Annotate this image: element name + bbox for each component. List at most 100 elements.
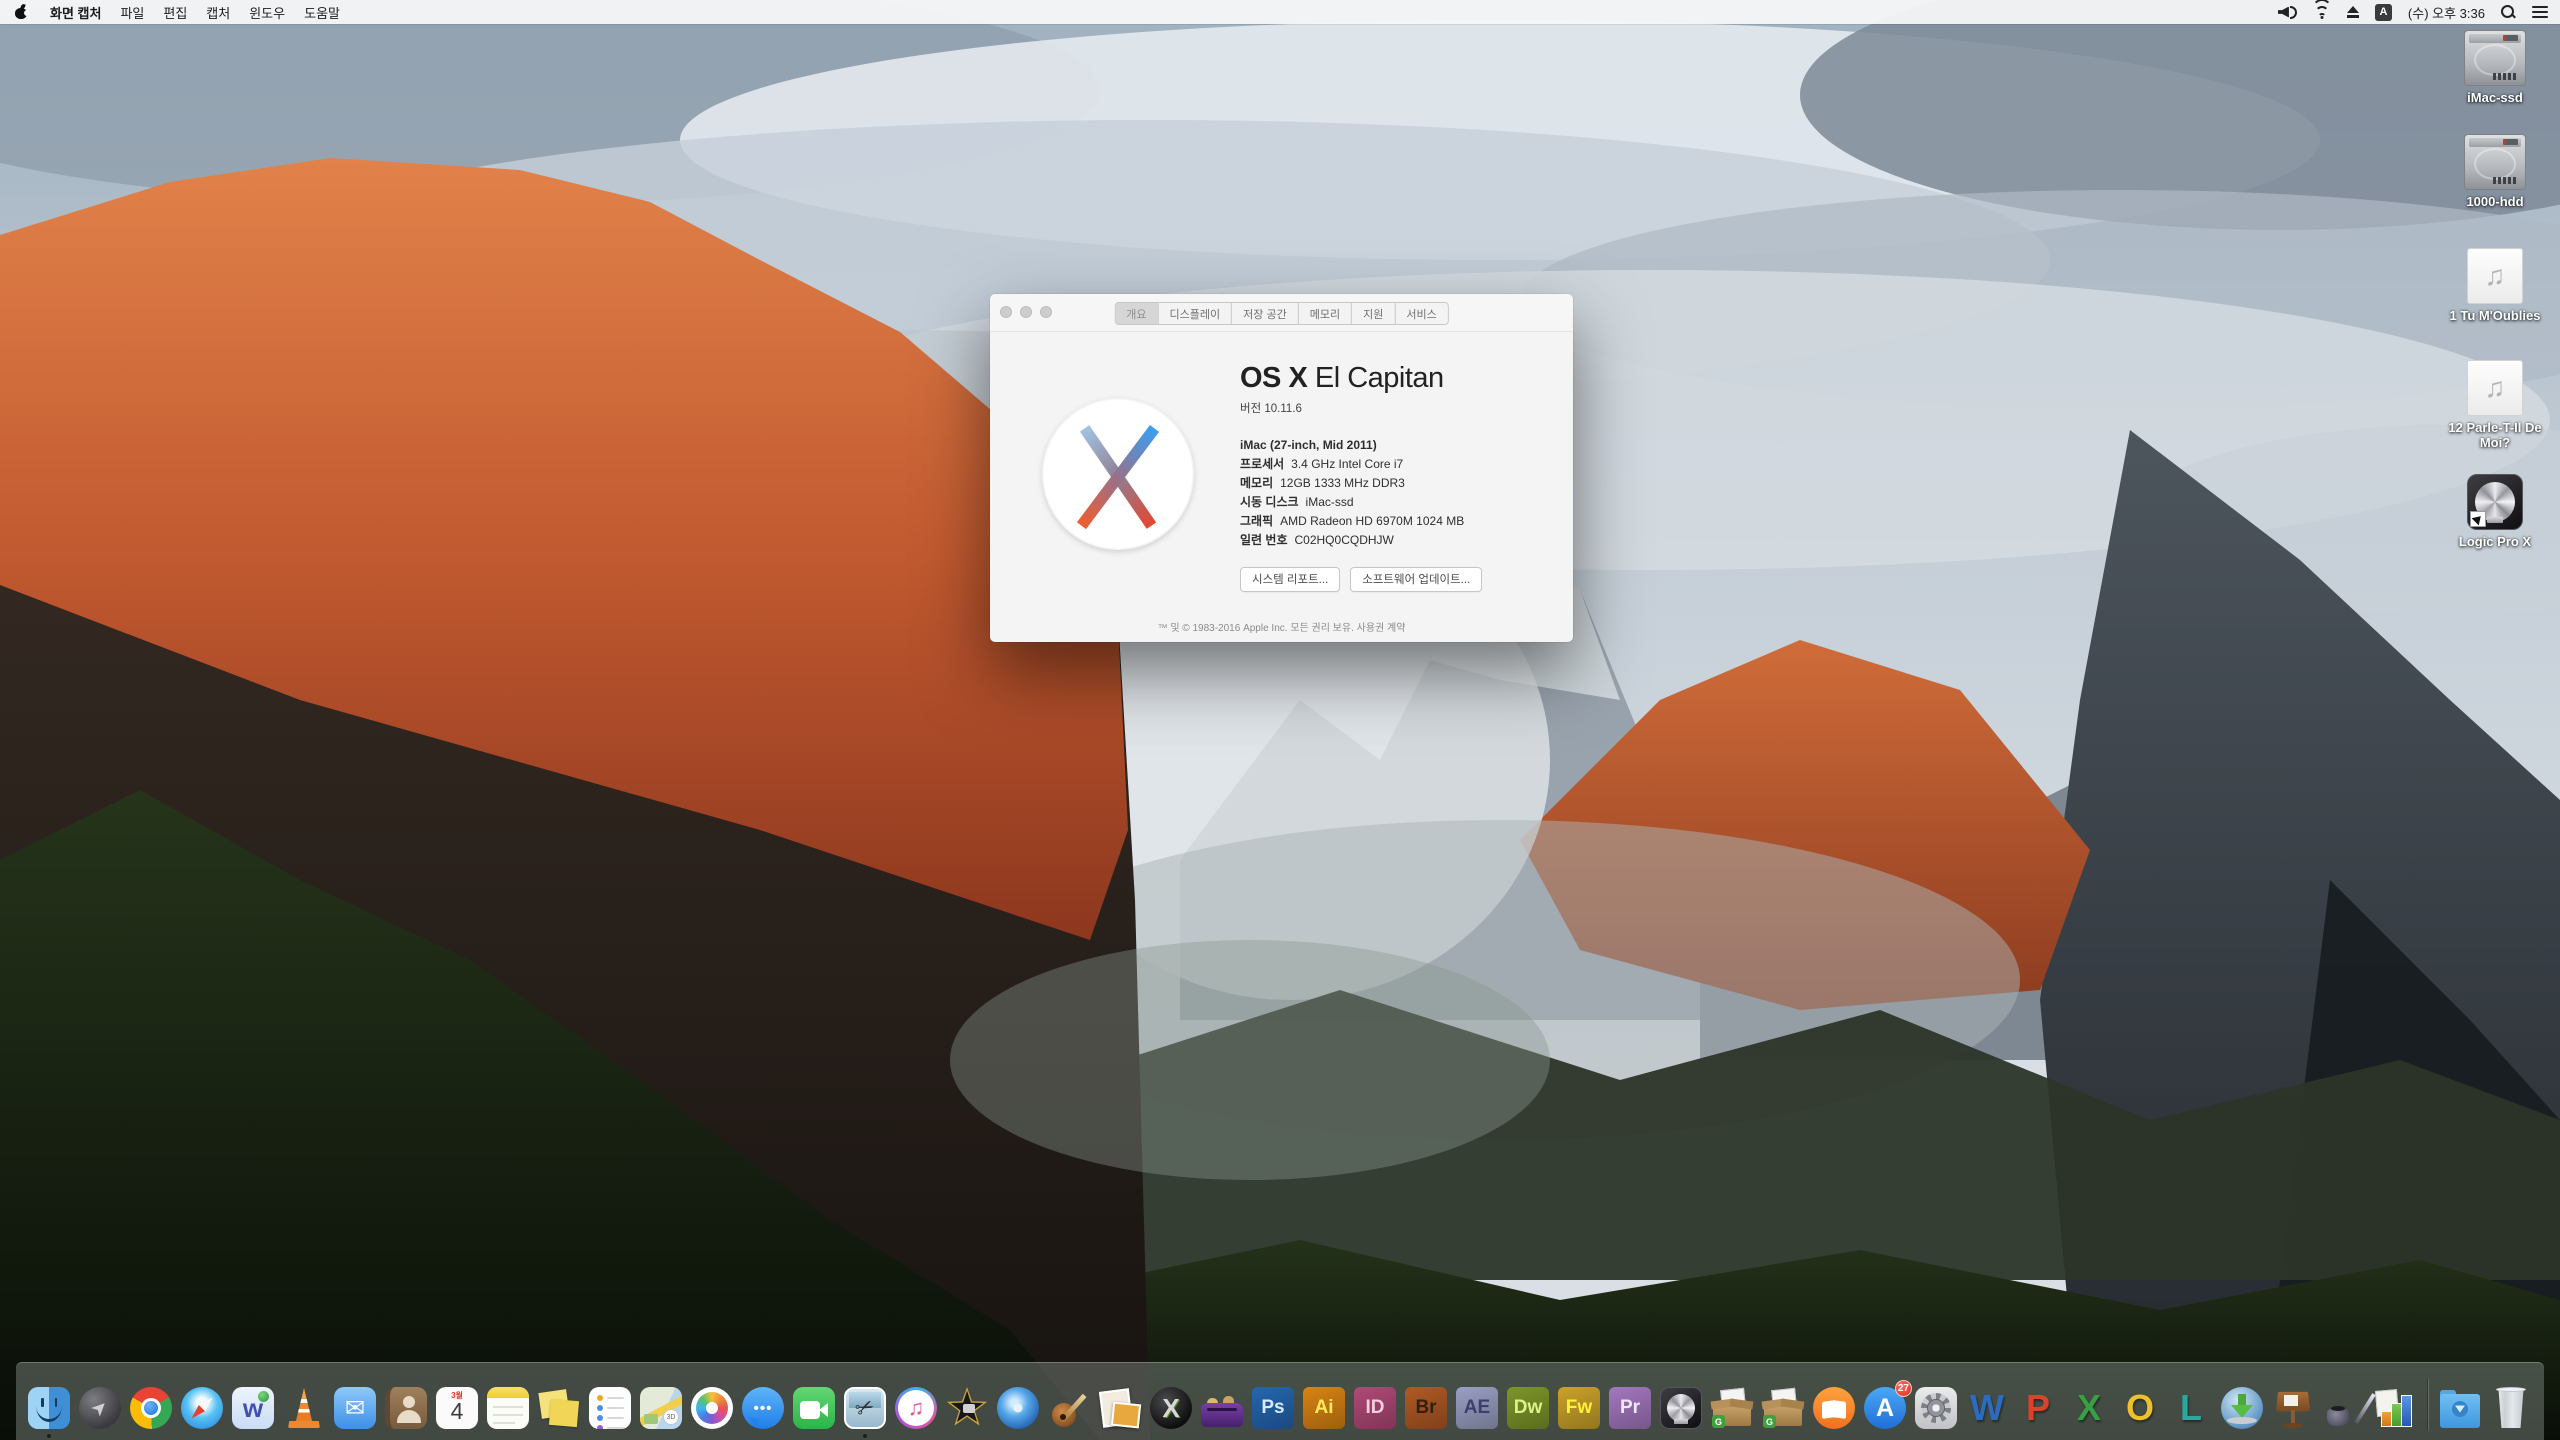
about-buttons: 시스템 리포트... 소프트웨어 업데이트... <box>1240 567 1553 592</box>
trash-dock-icon[interactable] <box>2488 1385 2534 1431</box>
tab-디스플레이[interactable]: 디스플레이 <box>1158 303 1232 324</box>
about-content: OS X El Capitan 버전 10.11.6 iMac (27-inch… <box>990 332 1573 643</box>
stickies-dock-icon[interactable] <box>536 1385 582 1431</box>
app-store-dock-icon[interactable]: A27 <box>1862 1385 1908 1431</box>
quarkxpress-dock-icon[interactable]: X <box>1148 1385 1194 1431</box>
zoom-button[interactable] <box>1040 306 1052 318</box>
desktop-icon-label: 1 Tu M'Oublies <box>2436 308 2554 323</box>
spec-row: 그래픽AMD Radeon HD 6970M 1024 MB <box>1240 515 1553 528</box>
safari-dock-icon[interactable] <box>179 1385 225 1431</box>
finder-dock-icon[interactable] <box>26 1385 72 1431</box>
menu-app-name[interactable]: 화면 캡처 <box>50 3 101 22</box>
stuffit-box-1-dock-icon[interactable]: G <box>1709 1385 1755 1431</box>
desktop-icon-1-tu-m-oublies[interactable]: ♫1 Tu M'Oublies <box>2436 248 2554 323</box>
outlook-dock-icon[interactable]: O <box>2117 1385 2163 1431</box>
photoshop-dock-icon[interactable]: Ps <box>1250 1385 1296 1431</box>
desktop: 화면 캡처 파일 편집 캡처 윈도우 도움말 A (수) 오후 3:36 iMac-ss… <box>0 0 2560 1440</box>
logic-pro-icon <box>2467 474 2523 530</box>
running-indicator <box>863 1434 867 1438</box>
numbers-classic-dock-icon[interactable] <box>2372 1385 2418 1431</box>
fireworks-dock-icon[interactable]: Fw <box>1556 1385 1602 1431</box>
traffic-lights <box>1000 306 1052 318</box>
menu-윈도우[interactable]: 윈도우 <box>249 3 285 22</box>
el-capitan-wallpaper <box>0 0 2560 1440</box>
vlc-dock-icon[interactable] <box>281 1385 327 1431</box>
contacts-dock-icon[interactable] <box>383 1385 429 1431</box>
close-button[interactable] <box>1000 306 1012 318</box>
mail-dock-icon[interactable]: ✉ <box>332 1385 378 1431</box>
menu-clock[interactable]: (수) 오후 3:36 <box>2408 3 2485 22</box>
audio-file-icon: ♫ <box>2467 360 2523 416</box>
itunes-dock-icon[interactable]: ♫ <box>893 1385 939 1431</box>
screen-capture-grab-dock-icon[interactable]: ✂ <box>842 1385 888 1431</box>
dreamweaver-dock-icon[interactable]: Dw <box>1505 1385 1551 1431</box>
stuffit-box-2-dock-icon[interactable]: G <box>1760 1385 1806 1431</box>
spotlight-icon[interactable] <box>2501 5 2516 20</box>
calendar-dock-icon[interactable]: 3월4 <box>434 1385 480 1431</box>
minimize-button[interactable] <box>1020 306 1032 318</box>
maps-dock-icon[interactable]: 3D <box>638 1385 684 1431</box>
facetime-dock-icon[interactable] <box>791 1385 837 1431</box>
web-downloader-dock-icon[interactable] <box>2219 1385 2265 1431</box>
tab-지원[interactable]: 지원 <box>1351 303 1394 324</box>
tab-메모리[interactable]: 메모리 <box>1298 303 1351 324</box>
menu-캡처[interactable]: 캡처 <box>206 3 230 22</box>
keynote-classic-dock-icon[interactable] <box>2270 1385 2316 1431</box>
lync-dock-icon[interactable]: L <box>2168 1385 2214 1431</box>
imovie-dock-icon[interactable] <box>944 1385 990 1431</box>
window-titlebar[interactable]: 개요디스플레이저장 공간메모리지원서비스 <box>990 294 1573 332</box>
about-this-mac-window[interactable]: 개요디스플레이저장 공간메모리지원서비스 OS X El Capita <box>990 294 1573 642</box>
os-title: OS X El Capitan <box>1240 362 1553 395</box>
messages-dock-icon[interactable]: ••• <box>740 1385 786 1431</box>
os-version: 버전 10.11.6 <box>1240 400 1553 416</box>
word-dock-icon[interactable]: W <box>1964 1385 2010 1431</box>
photos-dock-icon[interactable] <box>689 1385 735 1431</box>
powerpoint-dock-icon[interactable]: P <box>2015 1385 2061 1431</box>
toast-titanium-dock-icon[interactable] <box>1199 1385 1245 1431</box>
menu-편집[interactable]: 편집 <box>163 3 187 22</box>
garageband-dock-icon[interactable] <box>1046 1385 1092 1431</box>
eject-icon[interactable] <box>2347 6 2359 18</box>
downloads-folder-dock-icon[interactable] <box>2437 1385 2483 1431</box>
wifi-icon[interactable] <box>2313 6 2331 19</box>
launchpad-dock-icon[interactable]: ➤ <box>77 1385 123 1431</box>
volume-icon[interactable] <box>2278 6 2297 19</box>
apple-menu-icon[interactable] <box>14 4 28 20</box>
photo-collage-app-dock-icon[interactable] <box>1097 1385 1143 1431</box>
spec-row: 메모리12GB 1333 MHz DDR3 <box>1240 477 1553 490</box>
software-update-button[interactable]: 소프트웨어 업데이트... <box>1350 567 1482 592</box>
desktop-icon-12-parle-t-il-de-moi-[interactable]: ♫12 Parle-T-Il De Moi? <box>2436 360 2554 450</box>
pages-classic-dock-icon[interactable] <box>2321 1385 2367 1431</box>
running-indicator <box>47 1434 51 1438</box>
notification-center-icon[interactable] <box>2532 6 2548 18</box>
system-report-button[interactable]: 시스템 리포트... <box>1240 567 1340 592</box>
spec-list: 프로세서3.4 GHz Intel Core i7메모리12GB 1333 MH… <box>1240 458 1553 547</box>
menu-도움말[interactable]: 도움말 <box>304 3 340 22</box>
hard-drive-icon <box>2464 134 2526 190</box>
ibooks-dock-icon[interactable] <box>1811 1385 1857 1431</box>
desktop-icon-logic-pro-x[interactable]: Logic Pro X <box>2436 474 2554 549</box>
dvd-disc-app-dock-icon[interactable] <box>995 1385 1041 1431</box>
about-tabs: 개요디스플레이저장 공간메모리지원서비스 <box>1114 302 1448 325</box>
dock-separator <box>2427 1379 2428 1431</box>
alias-arrow-icon <box>2470 511 2486 527</box>
notes-dock-icon[interactable] <box>485 1385 531 1431</box>
tab-개요[interactable]: 개요 <box>1115 303 1157 324</box>
desktop-icon-1000-hdd[interactable]: 1000-hdd <box>2436 134 2554 209</box>
desktop-icon-imac-ssd[interactable]: iMac-ssd <box>2436 30 2554 105</box>
input-source-icon[interactable]: A <box>2375 4 2392 21</box>
illustrator-dock-icon[interactable]: Ai <box>1301 1385 1347 1431</box>
bridge-dock-icon[interactable]: Br <box>1403 1385 1449 1431</box>
menu-파일[interactable]: 파일 <box>120 3 144 22</box>
logic-pro-x-dock-icon[interactable] <box>1658 1385 1704 1431</box>
premiere-dock-icon[interactable]: Pr <box>1607 1385 1653 1431</box>
after-effects-dock-icon[interactable]: AE <box>1454 1385 1500 1431</box>
indesign-dock-icon[interactable]: ID <box>1352 1385 1398 1431</box>
reminders-dock-icon[interactable] <box>587 1385 633 1431</box>
excel-dock-icon[interactable]: X <box>2066 1385 2112 1431</box>
chrome-dock-icon[interactable] <box>128 1385 174 1431</box>
tab-저장 공간[interactable]: 저장 공간 <box>1231 303 1298 324</box>
w-globe-app-dock-icon[interactable]: w <box>230 1385 276 1431</box>
tab-서비스[interactable]: 서비스 <box>1394 303 1447 324</box>
system-preferences-dock-icon[interactable] <box>1913 1385 1959 1431</box>
